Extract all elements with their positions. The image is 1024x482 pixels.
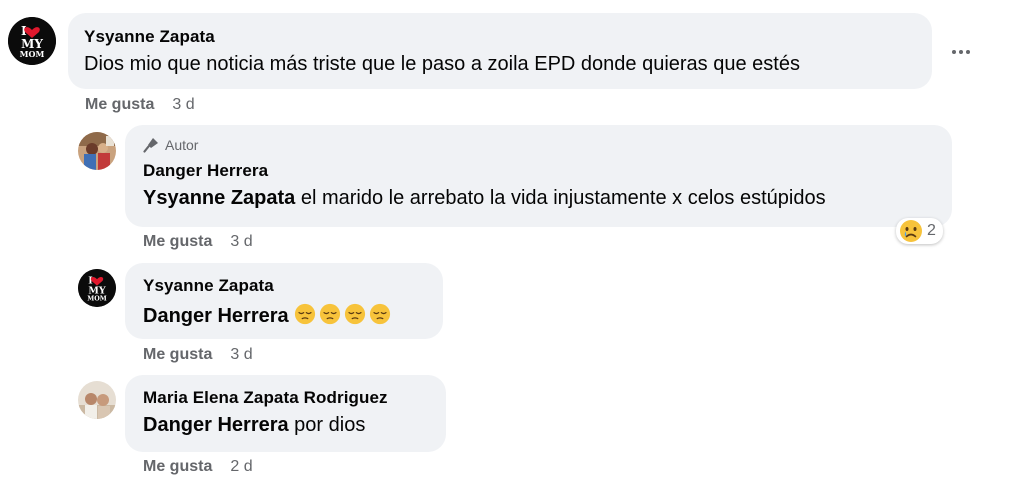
pensive-face-emoji [345,303,366,325]
comment-bubble-1: Ysyanne Zapata Dios mio que noticia más … [68,13,932,89]
comment-bubble-2: Autor Danger Herrera Ysyanne Zapata el m… [125,125,952,227]
comment-bubble-3: Ysyanne Zapata Danger Herrera [125,263,443,339]
comment-author[interactable]: Danger Herrera [143,161,934,181]
avatar-ysyanne[interactable]: I MY MOM [78,269,116,307]
svg-text:MOM: MOM [20,49,45,59]
sad-face-emoji [900,220,922,242]
comment-timestamp[interactable]: 2 d [230,458,252,475]
comment-text: Dios mio que noticia más triste que le p… [84,53,800,75]
i-love-my-mom-avatar-art: I MY MOM [78,269,116,307]
comment-text: Ysyanne Zapata el marido le arrebato la … [143,187,934,210]
avatar-maria-elena[interactable] [78,381,116,419]
avatar-ysyanne[interactable]: I MY MOM [8,17,56,65]
author-badge: Autor [143,137,934,153]
comment-author[interactable]: Maria Elena Zapata Rodriguez [143,388,428,408]
author-badge-label: Autor [165,137,199,153]
comment-actions-4: Me gusta 2 d [143,458,253,476]
comment-text-content: por dios [288,414,366,436]
pensive-face-emoji [320,303,341,325]
svg-text:MOM: MOM [87,296,107,303]
comment-actions-2: Me gusta 3 d [143,233,253,251]
photo-avatar [78,132,116,170]
like-button[interactable]: Me gusta [143,346,212,363]
like-button[interactable]: Me gusta [143,458,212,475]
microphone-icon [143,138,158,153]
comment-text: Danger Herrera [143,303,425,328]
like-button[interactable]: Me gusta [143,233,212,250]
comment-actions-3: Me gusta 3 d [143,346,253,364]
reaction-count: 2 [927,222,936,239]
reaction-summary[interactable]: 2 [896,218,943,244]
pensive-face-emoji [295,303,316,325]
mention-link[interactable]: Danger Herrera [143,305,289,327]
comment-timestamp[interactable]: 3 d [172,96,194,113]
more-horizontal-icon [951,50,972,54]
comment-text: Danger Herrera por dios [143,414,428,437]
pensive-face-emoji [370,303,391,325]
comment-actions-1: Me gusta 3 d [85,96,195,114]
comment-timestamp[interactable]: 3 d [230,233,252,250]
like-button[interactable]: Me gusta [85,96,154,113]
comment-bubble-4: Maria Elena Zapata Rodriguez Danger Herr… [125,375,446,452]
avatar-danger-herrera[interactable] [78,132,116,170]
comment-author[interactable]: Ysyanne Zapata [143,276,425,296]
mention-link[interactable]: Danger Herrera [143,414,289,436]
mention-link[interactable]: Ysyanne Zapata [143,187,295,209]
comment-author[interactable]: Ysyanne Zapata [84,27,916,47]
photo-avatar [78,381,116,419]
emoji-row [294,303,394,327]
comment-text-content: el marido le arrebato la vida injustamen… [295,187,826,209]
comment-timestamp[interactable]: 3 d [230,346,252,363]
i-love-my-mom-avatar-art: I MY MOM [8,17,56,65]
more-options-button[interactable] [943,34,979,70]
